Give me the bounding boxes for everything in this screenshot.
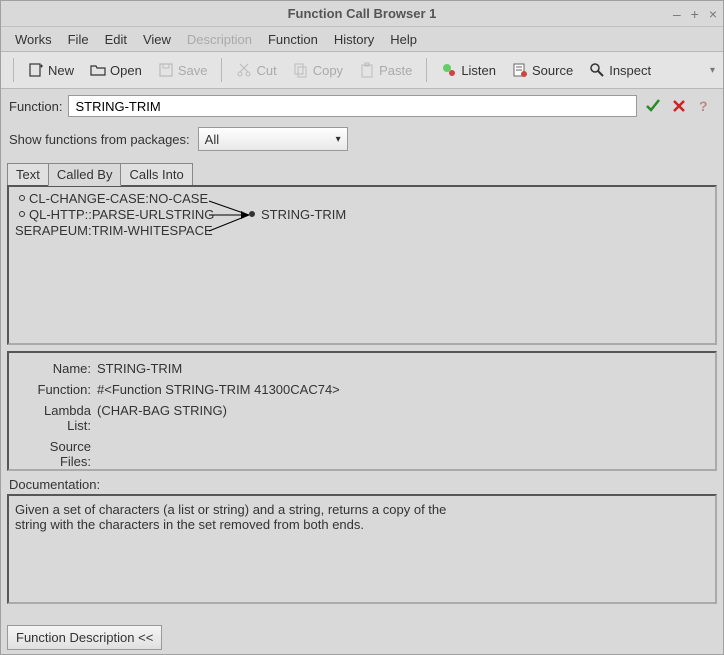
help-button[interactable]: ?	[695, 96, 715, 116]
bottom-bar: Function Description <<	[1, 621, 723, 654]
open-icon	[90, 62, 106, 78]
function-input[interactable]	[68, 95, 637, 117]
source-icon	[512, 62, 528, 78]
paste-button: Paste	[353, 58, 418, 82]
tabs: Text Called By Calls Into	[1, 155, 723, 186]
window-title: Function Call Browser 1	[288, 6, 437, 21]
chevron-down-icon: ▾	[336, 134, 341, 145]
documentation-panel: Given a set of characters (a list or str…	[7, 494, 717, 604]
save-icon	[158, 62, 174, 78]
save-button: Save	[152, 58, 214, 82]
tab-called-by[interactable]: Called By	[48, 163, 122, 186]
tab-calls-into[interactable]: Calls Into	[120, 163, 192, 186]
menu-history[interactable]: History	[328, 30, 380, 49]
check-icon	[645, 98, 661, 114]
packages-select[interactable]: All ▾	[198, 127, 348, 151]
source-label: Source Files:	[17, 439, 97, 469]
call-graph-panel: CL-CHANGE-CASE:NO-CASE QL-HTTP::PARSE-UR…	[7, 185, 717, 345]
packages-row: Show functions from packages: All ▾	[1, 123, 723, 155]
menu-view[interactable]: View	[137, 30, 177, 49]
close-icon[interactable]: ×	[709, 6, 717, 22]
function-obj-label: Function:	[17, 382, 97, 397]
help-icon: ?	[697, 98, 713, 114]
inspect-button[interactable]: Inspect	[583, 58, 657, 82]
details-panel: Name: STRING-TRIM Function: #<Function S…	[7, 351, 717, 471]
confirm-button[interactable]	[643, 96, 663, 116]
menu-help[interactable]: Help	[384, 30, 423, 49]
toolbar-overflow-icon[interactable]: ▾	[710, 65, 715, 76]
listen-icon	[441, 62, 457, 78]
menubar: Works File Edit View Description Functio…	[1, 27, 723, 51]
function-description-button[interactable]: Function Description <<	[7, 625, 162, 650]
name-label: Name:	[17, 361, 97, 376]
lambda-value: (CHAR-BAG STRING)	[97, 403, 227, 433]
documentation-label: Documentation:	[1, 477, 723, 494]
function-row: Function: ?	[1, 89, 723, 123]
function-obj-value: #<Function STRING-TRIM 41300CAC74>	[97, 382, 340, 397]
titlebar: Function Call Browser 1 – + ×	[1, 1, 723, 27]
window: Function Call Browser 1 – + × Works File…	[0, 0, 724, 655]
cut-icon	[236, 62, 252, 78]
toolbar: New Open Save Cut Copy Paste Listen	[1, 51, 723, 89]
menu-works[interactable]: Works	[9, 30, 58, 49]
listen-button[interactable]: Listen	[435, 58, 502, 82]
x-icon	[671, 98, 687, 114]
tab-text[interactable]: Text	[7, 163, 49, 186]
new-icon	[28, 62, 44, 78]
minimize-icon[interactable]: –	[673, 6, 681, 22]
menu-function[interactable]: Function	[262, 30, 324, 49]
inspect-icon	[589, 62, 605, 78]
cancel-button[interactable]	[669, 96, 689, 116]
window-controls: – + ×	[673, 1, 717, 26]
packages-value: All	[205, 132, 219, 147]
menu-description: Description	[181, 30, 258, 49]
name-value: STRING-TRIM	[97, 361, 182, 376]
menu-edit[interactable]: Edit	[99, 30, 133, 49]
cut-button: Cut	[230, 58, 282, 82]
svg-text:?: ?	[699, 98, 708, 114]
graph-edges	[9, 187, 715, 343]
new-button[interactable]: New	[22, 58, 80, 82]
lambda-label: Lambda List:	[17, 403, 97, 433]
function-label: Function:	[9, 99, 62, 114]
source-button[interactable]: Source	[506, 58, 579, 82]
maximize-icon[interactable]: +	[691, 6, 699, 22]
documentation-text: Given a set of characters (a list or str…	[15, 502, 455, 532]
menu-file[interactable]: File	[62, 30, 95, 49]
copy-icon	[293, 62, 309, 78]
copy-button: Copy	[287, 58, 349, 82]
paste-icon	[359, 62, 375, 78]
open-button[interactable]: Open	[84, 58, 148, 82]
packages-label: Show functions from packages:	[9, 132, 190, 147]
